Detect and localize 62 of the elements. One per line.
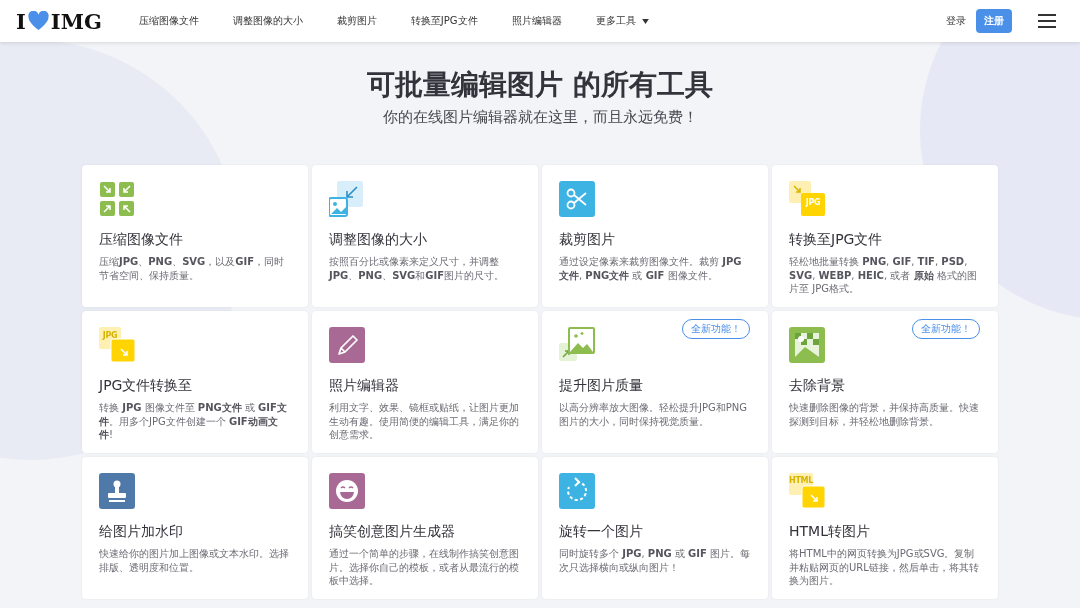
nav-link[interactable]: 压缩图像文件 <box>121 14 216 28</box>
icon-label: JPG <box>101 331 119 341</box>
jpg-convert-icon <box>789 181 825 217</box>
nav-link[interactable]: 更多工具 <box>578 14 666 28</box>
tool-title: 给图片加水印 <box>99 523 184 541</box>
jpg-convert-icon <box>99 327 135 363</box>
icon-label: JPG <box>804 198 822 208</box>
tool-description: 利用文字、效果、镜框或贴纸，让图片更加生动有趣。使用简便的编辑工具，满足你的创意需求。 <box>329 401 520 442</box>
tool-card[interactable]: 旋转一个图片 同时旋转多个 JPG, PNG 或 GIF 图片。每次只选择横向或纵向图片！ <box>542 457 768 599</box>
tool-description: 将HTML中的网页转换为JPG或SVG。复制并粘贴网页的URL链接，然后单击，将其转换为图片。 <box>789 547 980 588</box>
tool-title: JPG文件转换至 <box>99 377 194 395</box>
laughing-face-icon <box>329 473 365 509</box>
tool-card[interactable]: 压缩图像文件 压缩JPG、PNG、SVG，以及GIF，同时节省空间、保持质量。 <box>82 165 308 307</box>
pencil-icon <box>329 327 365 363</box>
nav-link[interactable]: 调整图像的大小 <box>215 14 320 28</box>
tool-title: HTML转图片 <box>789 523 871 541</box>
tool-card[interactable]: 裁剪图片 通过设定像素来裁剪图像文件。裁剪 JPG文件, PNG文件 或 GIF 图像文件。 <box>542 165 768 307</box>
tool-description: 压缩JPG、PNG、SVG，以及GIF，同时节省空间、保持质量。 <box>99 255 286 282</box>
login-link[interactable]: 登录 <box>946 14 966 28</box>
html-convert-icon <box>789 473 825 509</box>
image-upscale-icon <box>559 327 595 363</box>
resize-icon <box>329 181 365 217</box>
tool-card[interactable]: 搞笑创意图片生成器 通过一个简单的步骤，在线制作搞笑创意图片。选择你自己的模板，或者从最流行的模板中选择。 <box>312 457 538 599</box>
tool-description: 以高分辨率放大图像。轻松提升JPG和PNG图片的大小，同时保持视觉质量。 <box>559 401 748 428</box>
tool-card[interactable]: JPG JPG文件转换至 转换 JPG 图像文件至 PNG文件 或 GIF文件。用多个JPG文件创建一个 GIF动画文件! <box>82 311 308 453</box>
tool-title: 旋转一个图片 <box>559 523 644 541</box>
menu-icon[interactable] <box>1038 14 1056 28</box>
tool-card[interactable]: HTML HTML转图片 将HTML中的网页转换为JPG或SVG。复制并粘贴网页的URL链接，然后单击，将其转换为图片。 <box>772 457 998 599</box>
image-icon <box>789 327 825 363</box>
tool-description: 快速删除图像的背景，并保持高质量。快速探测到目标，并轻松地删除背景。 <box>789 401 980 428</box>
scissors-icon <box>559 181 595 217</box>
tool-description: 通过一个简单的步骤，在线制作搞笑创意图片。选择你自己的模板，或者从最流行的模板中选择。 <box>329 547 520 588</box>
tool-description: 转换 JPG 图像文件至 PNG文件 或 GIF文件。用多个JPG文件创建一个 GIF动画文件! <box>99 401 288 442</box>
compress-icon <box>99 181 135 217</box>
tool-description: 通过设定像素来裁剪图像文件。裁剪 JPG文件, PNG文件 或 GIF 图像文件。 <box>559 255 743 282</box>
tool-card[interactable]: 调整图像的大小 按照百分比或像素来定义尺寸，并调整JPG、PNG、SVG和GIF图片的尺寸。 <box>312 165 538 307</box>
tool-description: 快速给你的图片加上图像或文本水印。选择排版、透明度和位置。 <box>99 547 290 574</box>
tool-card[interactable]: 全新功能！ 提升图片质量 以高分辨率放大图像。轻松提升JPG和PNG图片的大小，同时保持视觉质量。 <box>542 311 768 453</box>
tool-title: 调整图像的大小 <box>329 231 428 249</box>
tool-title: 转换至JPG文件 <box>789 231 884 249</box>
tool-description: 轻松地批量转换 PNG, GIF, TIF, PSD, SVG, WEBP, HEIC, 或者 原始 格式的图片至 JPG格式。 <box>789 255 978 296</box>
tool-title: 提升图片质量 <box>559 377 644 395</box>
tool-title: 搞笑创意图片生成器 <box>329 523 456 541</box>
rotate-icon <box>559 473 595 509</box>
tool-card[interactable]: 给图片加水印 快速给你的图片加上图像或文本水印。选择排版、透明度和位置。 <box>82 457 308 599</box>
nav-link[interactable]: 裁剪图片 <box>319 14 394 28</box>
tool-title: 照片编辑器 <box>329 377 400 395</box>
logo[interactable]: I IMG <box>16 8 102 34</box>
stamp-icon <box>99 473 135 509</box>
icon-label: HTML <box>788 476 814 486</box>
tool-title: 去除背景 <box>789 377 846 395</box>
tool-card[interactable]: 全新功能！ 去除背景 快速删除图像的背景，并保持高质量。快速探测到目标，并轻松地删除背景。 <box>772 311 998 453</box>
tool-title: 压缩图像文件 <box>99 231 184 249</box>
tool-description: 按照百分比或像素来定义尺寸，并调整JPG、PNG、SVG和GIF图片的尺寸。 <box>329 255 506 282</box>
nav-link[interactable]: 转换至JPG文件 <box>393 14 495 28</box>
tool-title: 裁剪图片 <box>559 231 616 249</box>
tool-card[interactable]: 照片编辑器 利用文字、效果、镜框或贴纸，让图片更加生动有趣。使用简便的编辑工具，满足你的创意需求。 <box>312 311 538 453</box>
tool-card[interactable]: JPG 转换至JPG文件 轻松地批量转换 PNG, GIF, TIF, PSD, SVG, WEBP, HEIC, 或者 原始 格式的图片至 JPG格式。 <box>772 165 998 307</box>
page-subtitle: 你的在线图片编辑器就在这里，而且永远免费！ <box>382 108 698 127</box>
nav-link[interactable]: 照片编辑器 <box>494 14 579 28</box>
page-title: 可批量编辑图片 的所有工具 <box>367 67 713 103</box>
tool-description: 同时旋转多个 JPG, PNG 或 GIF 图片。每次只选择横向或纵向图片！ <box>559 547 751 574</box>
